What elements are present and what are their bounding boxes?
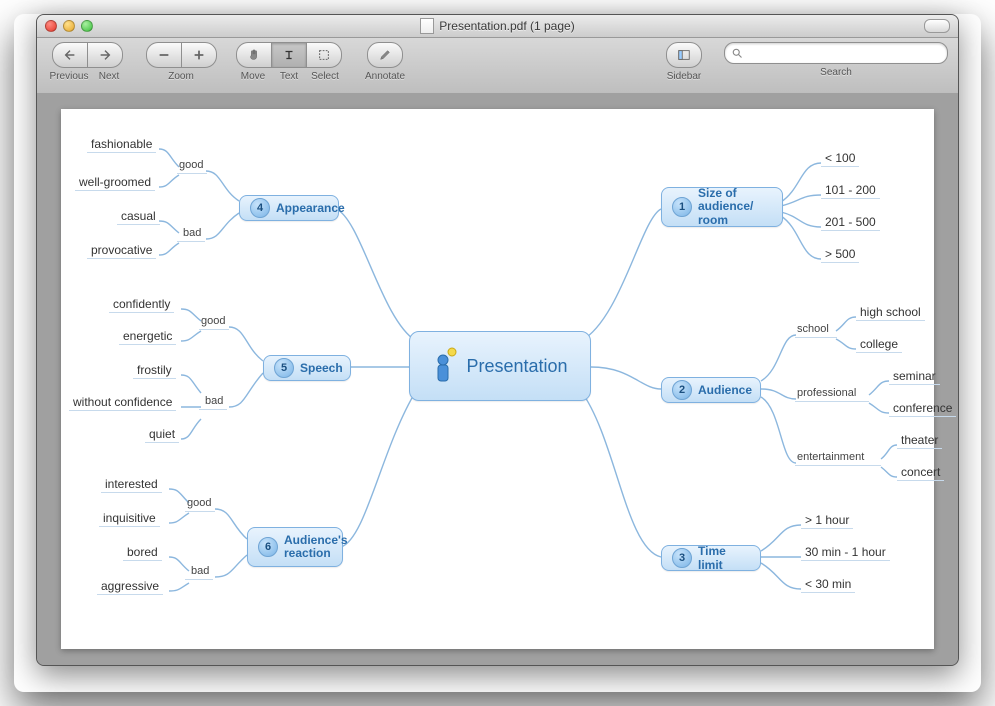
arrow-left-icon xyxy=(63,48,77,62)
leaf: without confidence xyxy=(69,395,176,411)
branch-label: good xyxy=(179,159,203,171)
node-appearance: 4 Appearance xyxy=(239,195,339,221)
node-audience-reaction: 6 Audience's reaction xyxy=(247,527,343,567)
node-audience: 2 Audience xyxy=(661,377,761,403)
toolbar-label: Next xyxy=(91,71,127,82)
leaf: seminar xyxy=(889,369,940,385)
leaf: confidently xyxy=(109,297,174,313)
person-idea-icon xyxy=(432,346,460,386)
node-title: Audience's reaction xyxy=(284,534,348,560)
leaf: interested xyxy=(101,477,162,493)
toolbar-label: Text xyxy=(271,71,307,82)
search-input[interactable] xyxy=(724,42,948,64)
branch-label: school xyxy=(797,323,829,335)
plus-icon xyxy=(192,48,206,62)
branch-label: bad xyxy=(183,227,201,239)
leaf: aggressive xyxy=(97,579,163,595)
text-cursor-icon xyxy=(282,48,296,62)
toolbar-toggle-button[interactable] xyxy=(924,19,950,33)
leaf: inquisitive xyxy=(99,511,160,527)
node-time-limit: 3 Time limit xyxy=(661,545,761,571)
priority-badge: 4 xyxy=(250,198,270,218)
toolbar-label: Move xyxy=(235,71,271,82)
search-field[interactable] xyxy=(747,46,941,60)
leaf: energetic xyxy=(119,329,176,345)
zoom-icon[interactable] xyxy=(81,20,93,32)
leaf: casual xyxy=(117,209,160,225)
leaf: > 500 xyxy=(821,247,859,263)
branch-label: bad xyxy=(191,565,209,577)
zoom-in-button[interactable] xyxy=(181,42,217,68)
branch-label: professional xyxy=(797,387,856,399)
toolbar-label: Zoom xyxy=(145,71,217,82)
leaf: < 100 xyxy=(821,151,859,167)
node-title: Time limit xyxy=(698,544,750,572)
leaf: theater xyxy=(897,433,942,449)
titlebar: Presentation.pdf (1 page) xyxy=(37,15,958,38)
node-title: Audience xyxy=(698,383,752,397)
select-tool-button[interactable] xyxy=(306,42,342,68)
leaf: high school xyxy=(856,305,925,321)
node-speech: 5 Speech xyxy=(263,355,351,381)
leaf: conference xyxy=(889,401,956,417)
window-title: Presentation.pdf (1 page) xyxy=(439,19,574,33)
toolbar-label: Previous xyxy=(47,71,91,82)
leaf: 201 - 500 xyxy=(821,215,880,231)
leaf: college xyxy=(856,337,902,353)
priority-badge: 1 xyxy=(672,197,692,217)
leaf: concert xyxy=(897,465,944,481)
leaf: bored xyxy=(123,545,162,561)
previous-button[interactable] xyxy=(52,42,87,68)
node-title: Size of audience/ room xyxy=(698,187,772,227)
center-title: Presentation xyxy=(466,356,567,377)
leaf: well-groomed xyxy=(75,175,155,191)
leaf: 30 min - 1 hour xyxy=(801,545,890,561)
hand-icon xyxy=(247,48,261,62)
minimize-icon[interactable] xyxy=(63,20,75,32)
close-icon[interactable] xyxy=(45,20,57,32)
toolbar-label: Search xyxy=(731,67,941,78)
app-window: Presentation.pdf (1 page) Previous Next xyxy=(36,14,959,666)
mindmap-center-node: Presentation xyxy=(409,331,591,401)
priority-badge: 6 xyxy=(258,537,278,557)
leaf: 101 - 200 xyxy=(821,183,880,199)
node-title: Appearance xyxy=(276,201,345,215)
arrow-right-icon xyxy=(98,48,112,62)
priority-badge: 2 xyxy=(672,380,692,400)
branch-label: good xyxy=(201,315,225,327)
text-tool-button[interactable] xyxy=(271,42,306,68)
zoom-out-button[interactable] xyxy=(146,42,181,68)
sidebar-button[interactable] xyxy=(666,42,702,68)
leaf: quiet xyxy=(145,427,179,443)
branch-label: bad xyxy=(205,395,223,407)
toolbar-label: Sidebar xyxy=(662,71,706,82)
document-icon xyxy=(420,18,434,34)
toolbar-label: Select xyxy=(307,71,343,82)
document-page: Presentation 1 Size of audience/ room 2 … xyxy=(61,109,934,649)
leaf: frostily xyxy=(133,363,176,379)
node-size-of-audience: 1 Size of audience/ room xyxy=(661,187,783,227)
sidebar-icon xyxy=(677,48,691,62)
leaf: > 1 hour xyxy=(801,513,853,529)
branch-label: entertainment xyxy=(797,451,864,463)
marquee-icon xyxy=(317,48,331,62)
search-icon xyxy=(731,47,743,59)
toolbar: Previous Next Zoom Move xyxy=(37,38,958,99)
priority-badge: 5 xyxy=(274,358,294,378)
branch-label: good xyxy=(187,497,211,509)
viewport[interactable]: Presentation 1 Size of audience/ room 2 … xyxy=(37,93,958,665)
priority-badge: 3 xyxy=(672,548,692,568)
toolbar-label: Annotate xyxy=(361,71,409,82)
move-tool-button[interactable] xyxy=(236,42,271,68)
pencil-icon xyxy=(378,48,392,62)
leaf: fashionable xyxy=(87,137,156,153)
minus-icon xyxy=(157,48,171,62)
next-button[interactable] xyxy=(87,42,123,68)
leaf: provocative xyxy=(87,243,156,259)
node-title: Speech xyxy=(300,361,343,375)
leaf: < 30 min xyxy=(801,577,855,593)
annotate-button[interactable] xyxy=(367,42,403,68)
